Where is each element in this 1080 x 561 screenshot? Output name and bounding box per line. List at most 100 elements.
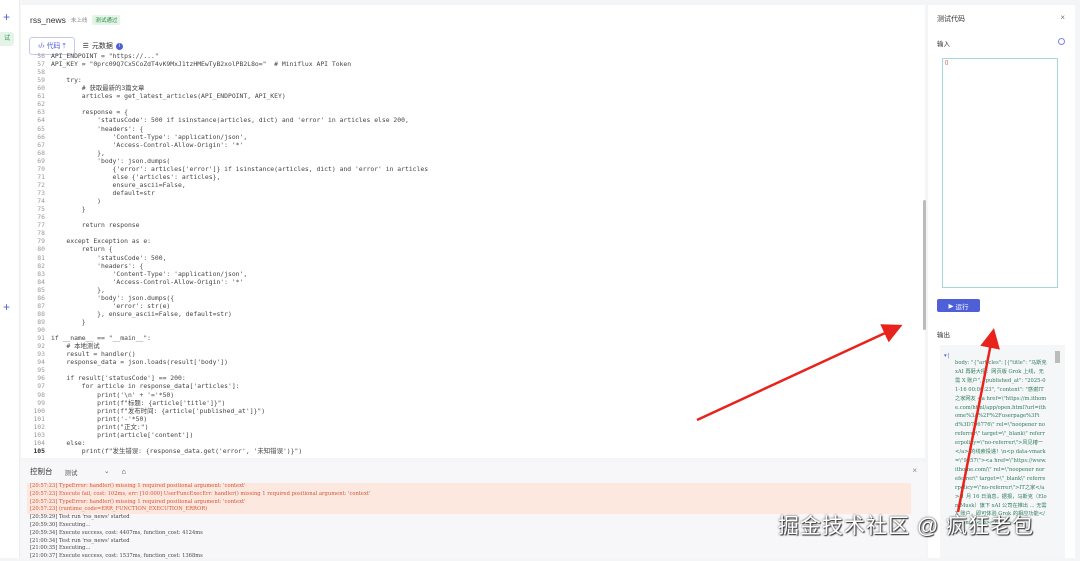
log-line: [20:57:23] Execute fail, cost: 102ms, er… (27, 490, 911, 499)
code-line: 81 'statusCode': 500, (21, 254, 921, 262)
line-number: 100 (33, 406, 45, 415)
code-line-text: print('-'*50) (51, 414, 148, 423)
env-select[interactable]: 测试 ⌄ (65, 467, 110, 477)
line-number: 89 (37, 317, 45, 326)
editor-scrollbar[interactable] (923, 200, 926, 330)
code-line: 85 }, (21, 286, 921, 294)
log-line: [21:00:37] Execute success, cost: 1537ms… (30, 553, 203, 560)
test-input-field[interactable]: {} (942, 58, 1058, 288)
line-number: 82 (37, 261, 45, 270)
code-line: 80 return { (21, 245, 921, 253)
line-number: 90 (37, 326, 45, 335)
add-icon[interactable]: + (3, 10, 10, 24)
code-line-text: return response (51, 221, 140, 230)
code-line: 65 'headers': { (21, 125, 921, 133)
line-number: 88 (37, 309, 45, 318)
code-line: 105 print(f"发生错误: {response_data.get('er… (21, 447, 921, 455)
close-console-button[interactable]: × (912, 466, 917, 475)
code-line: 57 API_KEY = "0prc09Q7Cx5CoZdT4vK9MxJ1tzH… (21, 60, 921, 68)
collapse-toggle[interactable]: ▾{ (944, 353, 950, 359)
line-number: 103 (33, 430, 45, 439)
code-line-text: if result['statusCode'] == 200: (51, 374, 186, 383)
line-number: 76 (37, 213, 45, 222)
code-line: 64 'statusCode': 500 if isinstance(artic… (21, 116, 921, 124)
line-number: 75 (37, 205, 45, 214)
code-line-text: response = { (51, 108, 128, 117)
code-line-text: print(f"发布时间: {article['published_at']}"… (51, 406, 266, 415)
code-line: 62 (21, 100, 921, 108)
add-icon[interactable]: + (3, 300, 10, 314)
code-line-text: return { (51, 245, 113, 254)
test-input-value: {} (945, 60, 949, 66)
line-number: 60 (37, 84, 45, 93)
code-line-text: 'statusCode': 500 if isinstance(articles… (51, 116, 409, 125)
log-line: [20:57:23] TypeError: handler() missing … (27, 483, 911, 491)
clear-console-icon[interactable]: ⌂ (122, 467, 127, 476)
format-icon[interactable] (1058, 38, 1065, 45)
line-number: 68 (37, 148, 45, 157)
code-line-text: 'body': json.dumps( (51, 156, 171, 165)
output-text: body: "{"articles": [{"title": "马斯克 xAI … (955, 360, 1047, 527)
code-line: 63 response = { (21, 108, 921, 116)
line-number: 91 (37, 334, 45, 343)
code-line: 71 else {'articles': articles}, (21, 173, 921, 181)
code-line: 82 'headers': { (21, 262, 921, 270)
line-number: 92 (37, 342, 45, 351)
close-icon[interactable]: × (1060, 13, 1065, 22)
code-line: 67 'Access-Control-Allow-Origin': '*' (21, 141, 921, 149)
code-line-text: {'error': articles['error']} if isinstan… (51, 164, 429, 173)
code-line: 94 response_data = json.loads(result['bo… (21, 358, 921, 366)
code-line: 102 print("正文:") (21, 423, 921, 431)
code-line-text: print('\n' + '='*50) (51, 390, 175, 399)
deploy-status: 未上线 (70, 18, 88, 24)
code-line: 95 (21, 366, 921, 374)
line-number: 78 (37, 229, 45, 238)
code-line: 98 print('\n' + '='*50) (21, 391, 921, 399)
output-scrollbar[interactable] (1055, 351, 1060, 363)
code-line: 103 print(article['content']) (21, 431, 921, 439)
code-line: 73 default=str (21, 189, 921, 197)
line-number: 62 (37, 100, 45, 109)
sidebar-active-item[interactable]: 试 (0, 32, 14, 46)
line-number: 61 (37, 92, 45, 101)
tab-code-label: 代码 (46, 43, 61, 50)
output-label: 输出 (937, 332, 950, 339)
input-label: 输入 (937, 41, 950, 48)
code-line: 93 result = handler() (21, 350, 921, 358)
line-number: 59 (37, 76, 45, 85)
line-number: 102 (33, 422, 45, 431)
line-number: 79 (37, 237, 45, 246)
code-line-text: for article in response_data['articles']… (51, 382, 240, 391)
code-editor[interactable]: 56 API_ENDPOINT = "https://..." 57 API_KEY … (21, 50, 921, 458)
code-line: 68 }, (21, 149, 921, 157)
line-number: 84 (37, 277, 45, 286)
line-number: 86 (37, 293, 45, 302)
code-line: 60 # 获取最新的3篇文章 (21, 84, 921, 92)
code-line: 89 } (21, 318, 921, 326)
left-sidebar: + 试 + (0, 0, 20, 558)
line-number: 105 (33, 446, 45, 455)
editor-panel: rss_news 未上线 测试通过 ‹/› 代码 ⤒ ☰ 元数据 i 56 API_E… (21, 5, 926, 458)
run-button[interactable]: ▶ 运行 (937, 299, 980, 312)
list-icon: ☰ (82, 43, 89, 50)
code-line-text: 'headers': { (51, 261, 144, 270)
code-line-text: # 获取最新的3篇文章 (51, 84, 145, 93)
code-line-text: API_ENDPOINT = "https://..." (51, 52, 159, 60)
line-number: 95 (37, 366, 45, 375)
line-number: 73 (37, 189, 45, 198)
code-line-text: else: (51, 438, 86, 447)
code-line-text: result = handler() (51, 350, 136, 359)
code-line-text: API_KEY = "0prc09Q7Cx5CoZdT4vK9MxJ1tzHME… (51, 60, 352, 69)
code-line: 66 'Content-Type': 'application/json', (21, 133, 921, 141)
code-line: 79 except Exception as e: (21, 237, 921, 245)
line-number: 99 (37, 398, 45, 407)
code-line: 70 {'error': articles['error']} if isins… (21, 165, 921, 173)
code-line-text: }, ensure_ascii=False, default=str) (51, 309, 232, 318)
code-line: 75 } (21, 205, 921, 213)
code-line: 101 print('-'*50) (21, 415, 921, 423)
code-line: 92 # 本地测试 (21, 342, 921, 350)
code-line-text: ) (51, 197, 102, 206)
code-line-text: ensure_ascii=False, (51, 180, 186, 189)
code-line-text: }, (51, 285, 105, 294)
line-number: 97 (37, 382, 45, 391)
